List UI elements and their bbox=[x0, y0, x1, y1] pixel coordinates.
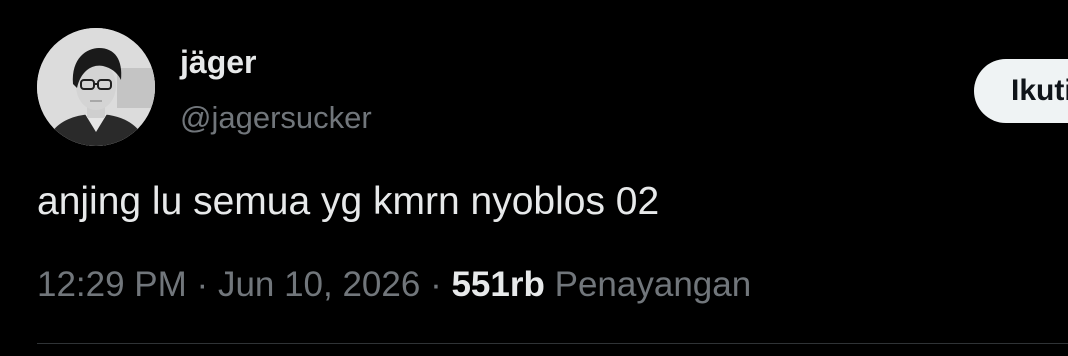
tweet-text: anjing lu semua yg kmrn nyoblos 02 bbox=[37, 180, 660, 223]
views-count: 551rb bbox=[451, 265, 545, 304]
meta-separator: · bbox=[430, 265, 442, 304]
tweet-meta: 12:29 PM · Jun 10, 2026 · 551rb Penayang… bbox=[37, 262, 751, 308]
divider bbox=[37, 343, 1068, 344]
meta-separator: · bbox=[196, 265, 209, 304]
tweet-time[interactable]: 12:29 PM bbox=[37, 265, 187, 304]
avatar[interactable] bbox=[37, 28, 155, 146]
follow-button[interactable]: Ikuti bbox=[974, 59, 1068, 123]
views-label: Penayangan bbox=[554, 265, 752, 304]
tweet-date[interactable]: Jun 10, 2026 bbox=[218, 265, 420, 304]
author-display-name[interactable]: jäger bbox=[180, 42, 256, 82]
avatar-photo bbox=[37, 28, 155, 146]
author-handle[interactable]: @jagersucker bbox=[180, 98, 372, 138]
